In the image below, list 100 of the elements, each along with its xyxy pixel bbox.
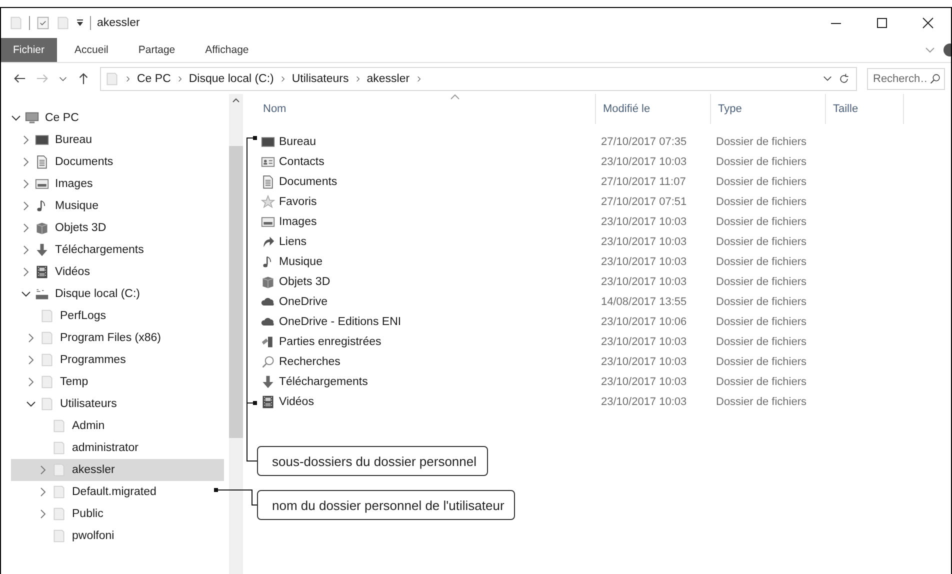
dropdown-icon[interactable] [76,19,84,27]
file-name[interactable]: OneDrive - Editions ENI [279,316,402,328]
column-header[interactable]: Type [711,94,826,124]
blank-file-icon [105,72,119,86]
table-cell-text: 23/10/2017 10:03 [600,276,688,288]
file-name[interactable]: Contacts [279,156,324,168]
column-header[interactable]: Taille [826,94,904,124]
table-cell-text: Dossier de fichiers [715,356,808,368]
breadcrumb[interactable]: Utilisateurs [292,72,349,84]
blank-file-icon [56,16,70,30]
blank-file-icon [40,397,54,411]
refresh-icon[interactable] [838,72,850,84]
file-name[interactable]: Téléchargements [279,376,368,388]
file-name[interactable]: Musique [279,256,322,268]
tree-item[interactable]: pwolfoni [11,525,224,547]
tree-item[interactable]: Téléchargements [11,239,224,261]
chevron-icon[interactable] [21,289,31,299]
table-cell-text: 14/08/2017 13:55 [600,296,688,308]
image-icon [35,177,49,191]
table-cell-text: 27/10/2017 07:35 [600,136,688,148]
ribbon-tab[interactable]: Accueil [62,38,120,62]
monitor-icon [25,111,39,125]
search-field[interactable]: Recherch… [867,68,945,90]
cube-icon [35,221,49,235]
tree-item[interactable]: Programmes [11,349,224,371]
table-cell-text: Dossier de fichiers [715,236,808,248]
game-pieces-icon [261,335,275,349]
chevron-icon[interactable] [11,113,21,123]
tree-item[interactable]: Temp [11,371,224,393]
checkbox-icon[interactable] [36,16,50,30]
file-name[interactable]: Vidéos [279,396,314,408]
tree-item[interactable]: akessler [11,459,224,481]
tree-item[interactable]: Default.migrated [11,481,224,503]
table-cell-text: Dossier de fichiers [715,316,808,328]
tree-item[interactable]: Vidéos [11,261,224,283]
breadcrumb[interactable]: akessler [366,72,410,84]
tree-item[interactable]: Disque local (C:) [11,283,224,305]
table-cell-text: Dossier de fichiers [715,176,808,188]
chevron-icon[interactable] [823,74,832,83]
chevron-icon[interactable] [59,74,67,82]
window-title: akessler [97,17,140,29]
scrollbar-thumb[interactable] [229,146,243,438]
tree-item[interactable]: Images [11,173,224,195]
blank-file-icon [52,419,66,433]
blank-file-icon [9,16,23,30]
ribbon-tab[interactable]: Affichage [193,38,261,62]
download-icon [35,243,49,257]
desktop-icon [261,135,275,149]
table-cell-text: 23/10/2017 10:03 [600,256,688,268]
file-name[interactable]: Bureau [279,136,316,148]
file-name[interactable]: Documents [279,176,338,188]
back-arrow-icon[interactable] [13,72,26,85]
file-name[interactable]: Images [279,216,317,228]
search-icon [930,72,941,84]
tree-item[interactable]: Program Files (x86) [11,327,224,349]
tree-item[interactable]: Objets 3D [11,217,224,239]
table-cell-text: Dossier de fichiers [715,376,808,388]
tree-item[interactable]: Utilisateurs [11,393,224,415]
blank-file-icon [52,441,66,455]
table-cell-text: Dossier de fichiers [715,276,808,288]
tree-item[interactable]: Admin [11,415,224,437]
file-name[interactable]: OneDrive [279,296,328,308]
up-arrow-icon[interactable] [77,72,90,85]
chevron-icon[interactable] [26,399,36,409]
document-icon [261,175,275,189]
table-cell-text: 23/10/2017 10:03 [600,156,688,168]
table-cell-text: Dossier de fichiers [715,196,808,208]
ribbon-tab[interactable]: Fichier [1,38,57,62]
breadcrumb[interactable]: Disque local (C:) [188,72,274,84]
table-cell-text: Dossier de fichiers [715,156,808,168]
tree-item[interactable]: Public [11,503,224,525]
file-name[interactable]: Parties enregistrées [279,336,382,348]
download-icon [261,375,275,389]
column-header[interactable]: Modifié le [596,94,711,124]
callout: nom du dossier personnel de l'utilisateur [257,490,516,520]
blank-file-icon [40,309,54,323]
file-name[interactable]: Favoris [279,196,317,208]
breadcrumb[interactable]: Ce PC [137,72,171,84]
ribbon-tab[interactable]: Partage [126,38,188,62]
up-caret-icon[interactable] [232,97,240,103]
address-bar[interactable]: Ce PC Disque local (C:) Utilisateurs akessler [100,66,857,90]
file-name[interactable]: Objets 3D [279,276,330,288]
tree-item[interactable]: Musique [11,195,224,217]
column-header[interactable]: Nom [256,94,596,124]
table-cell-text: Dossier de fichiers [715,336,808,348]
tree-item[interactable]: Documents [11,151,224,173]
file-name[interactable]: Liens [279,236,306,248]
image-icon [261,215,275,229]
table-cell-text: 27/10/2017 11:07 [600,176,687,188]
file-name[interactable]: Recherches [279,356,340,368]
blank-file-icon [40,353,54,367]
tree-item[interactable]: PerfLogs [11,305,224,327]
scrollbar[interactable] [229,94,243,574]
blank-file-icon [52,485,66,499]
drive-icon [35,287,49,301]
tree-item[interactable]: Bureau [11,129,224,151]
star-icon [261,195,275,209]
tree-item[interactable]: Ce PC [11,107,224,129]
tree-item[interactable]: administrator [11,437,224,459]
sort-caret-icon [450,94,460,100]
